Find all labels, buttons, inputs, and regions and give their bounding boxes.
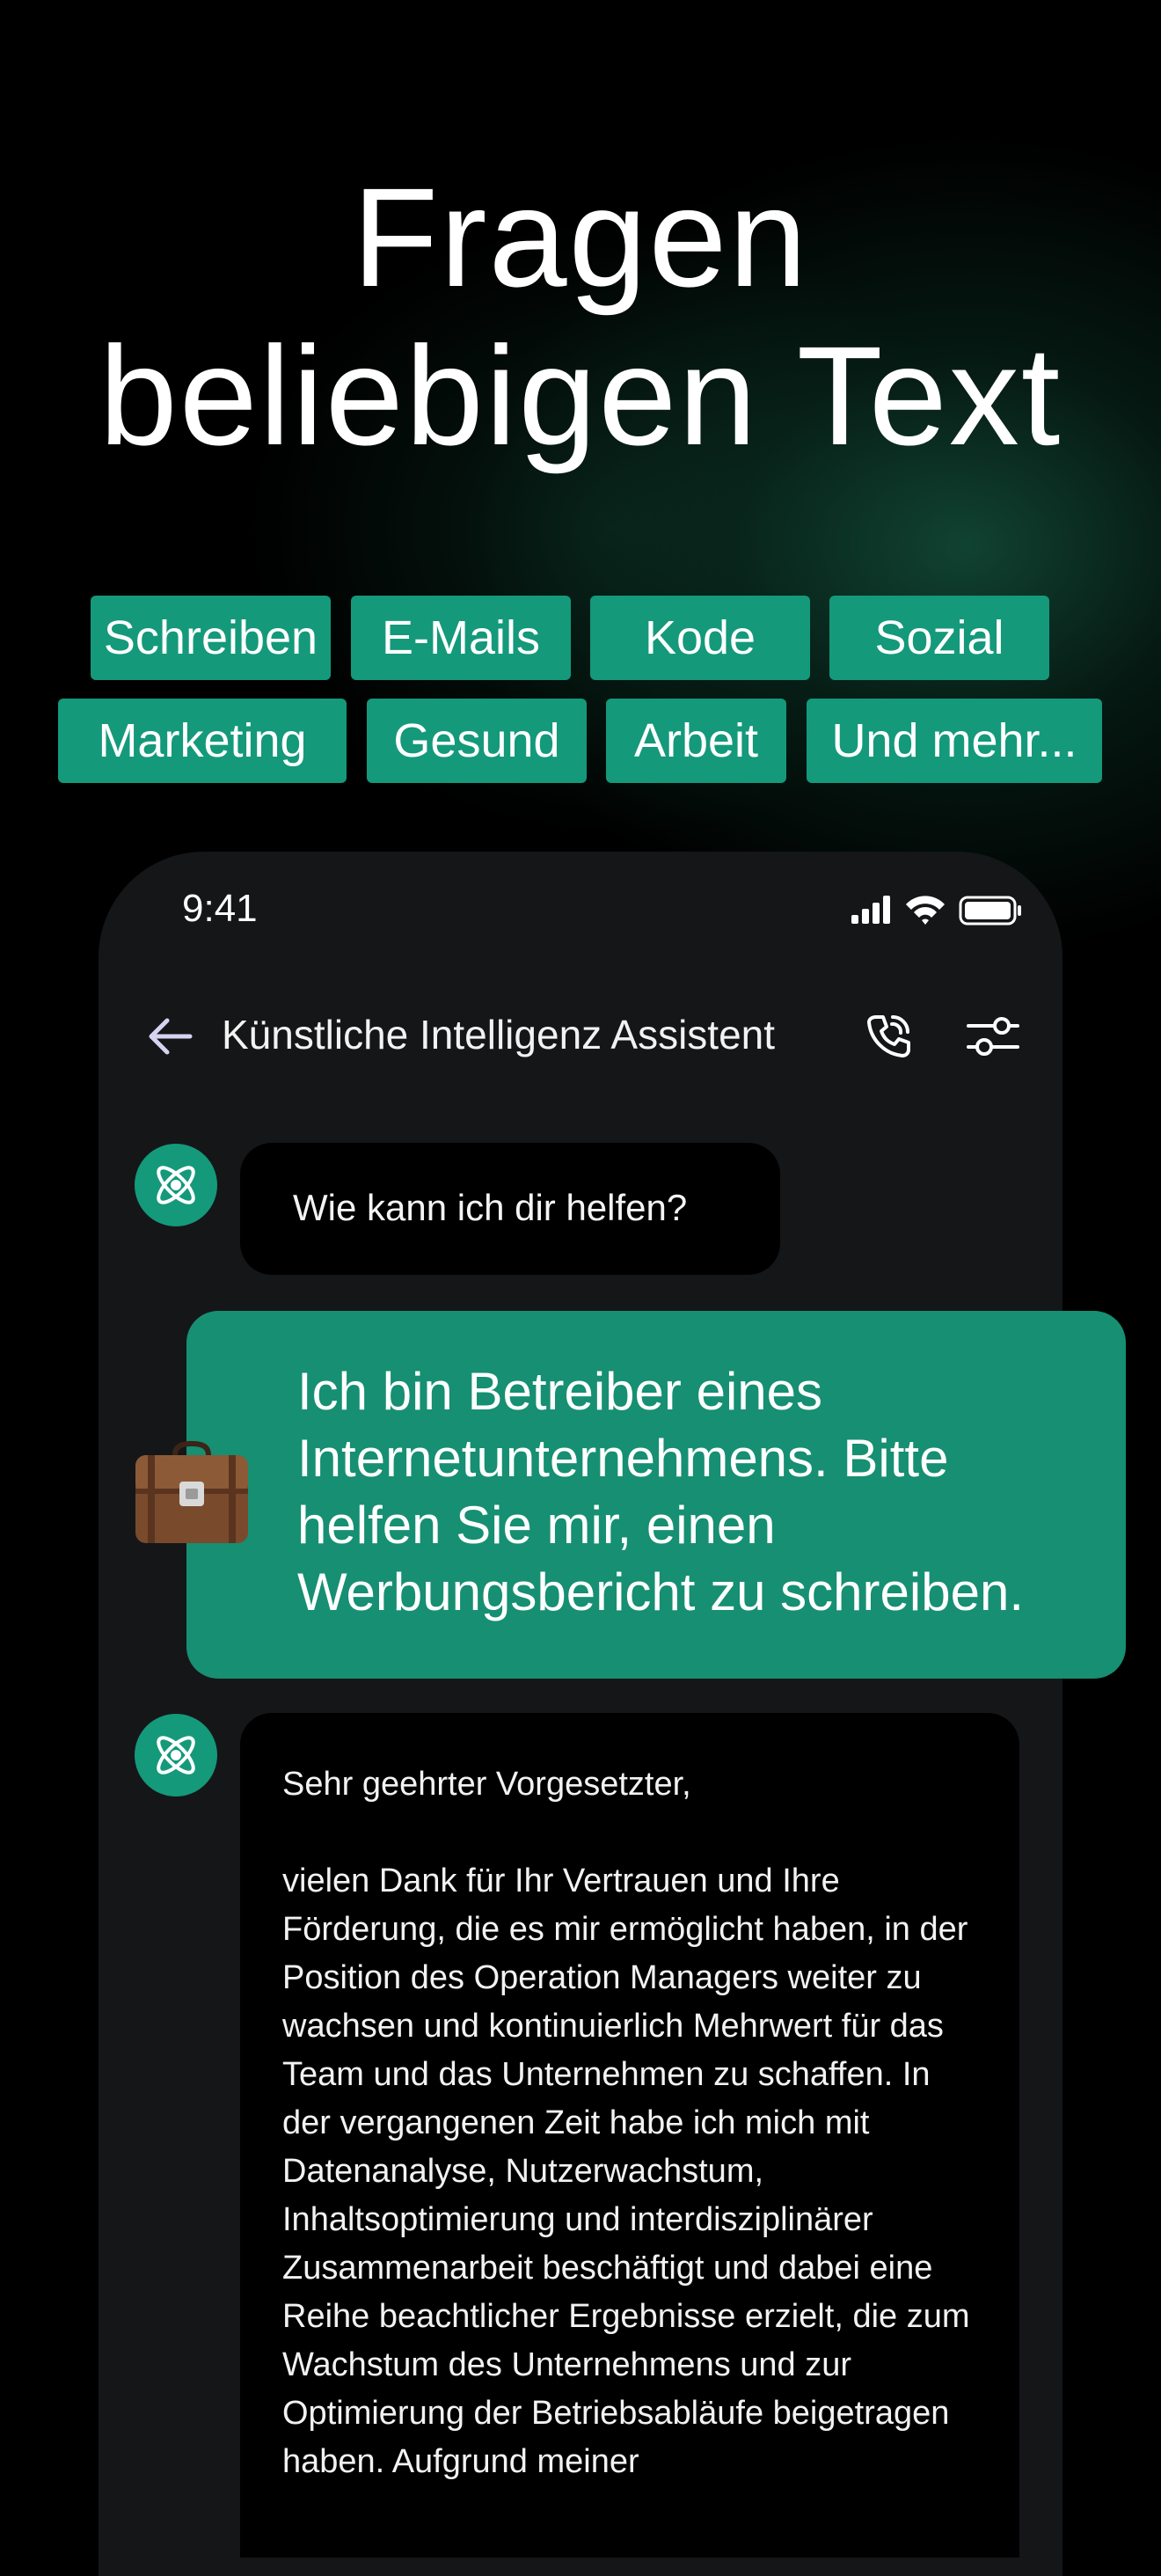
bot-message-bubble: Wie kann ich dir helfen? — [240, 1143, 780, 1275]
phone-call-icon[interactable] — [864, 1012, 913, 1061]
chat-header: Künstliche Intelligenz Assistent — [99, 992, 1062, 1080]
chip-und-mehr[interactable]: Und mehr... — [807, 699, 1102, 783]
status-time: 9:41 — [182, 887, 258, 930]
chip-sozial[interactable]: Sozial — [829, 596, 1049, 680]
chip-e-mails[interactable]: E-Mails — [351, 596, 571, 680]
hero-title: Fragen beliebigen Text — [0, 158, 1161, 475]
status-icons — [851, 896, 1021, 926]
sliders-icon[interactable] — [965, 1012, 1021, 1061]
reply-salutation: Sehr geehrter Vorgesetzter, — [282, 1766, 691, 1803]
briefcase-icon — [135, 1441, 248, 1543]
cellular-signal-icon — [851, 896, 890, 924]
chip-marketing[interactable]: Marketing — [58, 699, 347, 783]
hero-title-line-2: beliebigen Text — [99, 317, 1062, 474]
hero-title-line-1: Fragen — [352, 158, 809, 316]
reply-body: vielen Dank für Ihr Vertrauen und Ihre F… — [282, 1862, 970, 2480]
bot-reply-text: Sehr geehrter Vorgesetzter, vielen Dank … — [282, 1760, 986, 2486]
chip-kode[interactable]: Kode — [590, 596, 810, 680]
bot-reply-bubble: Sehr geehrter Vorgesetzter, vielen Dank … — [240, 1713, 1019, 2558]
bot-avatar — [135, 1144, 217, 1226]
chip-arbeit[interactable]: Arbeit — [606, 699, 786, 783]
atom-icon — [157, 1736, 195, 1775]
chip-schreiben[interactable]: Schreiben — [91, 596, 331, 680]
chip-gesund[interactable]: Gesund — [367, 699, 587, 783]
atom-icon — [157, 1166, 195, 1204]
back-arrow-icon[interactable] — [142, 1010, 195, 1063]
user-message-text: Ich bin Betreiber eines Internetunterneh… — [297, 1362, 1024, 1621]
user-message-bubble: Ich bin Betreiber eines Internetunterneh… — [186, 1311, 1126, 1679]
wifi-icon — [906, 896, 945, 925]
battery-icon — [959, 896, 1021, 926]
bot-avatar — [135, 1714, 217, 1797]
chat-title: Künstliche Intelligenz Assistent — [222, 1012, 776, 1057]
bot-greeting-text: Wie kann ich dir helfen? — [293, 1187, 688, 1228]
